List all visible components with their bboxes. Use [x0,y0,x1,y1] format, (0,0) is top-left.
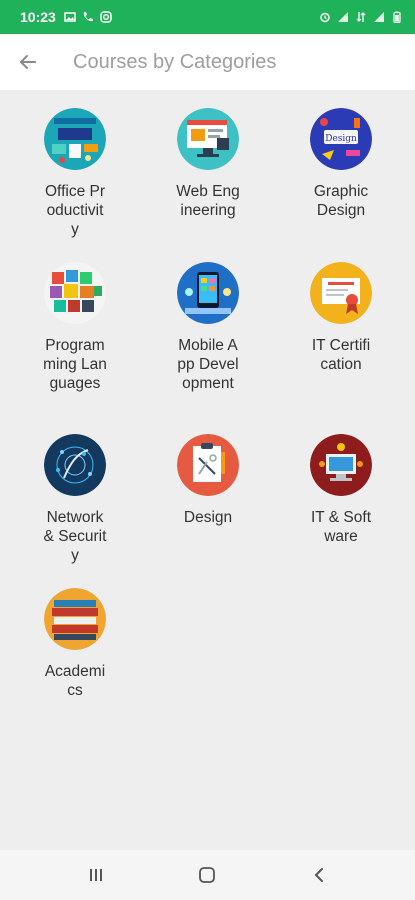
category-label: Programming Languages [43,337,107,392]
network-security-icon [44,434,106,496]
category-web-engineering[interactable]: Web Engineering [158,108,258,220]
category-label: Graphic Design [313,183,369,219]
signal-icon [338,12,348,22]
category-office-productivity[interactable]: Office Productivity [25,108,125,239]
category-mobile-app-development[interactable]: Mobile App Development [158,262,258,393]
category-label: Mobile App Development [177,337,239,392]
page-title: Courses by Categories [73,50,277,73]
programming-languages-icon [44,262,106,324]
svg-text:Design: Design [325,134,357,144]
category-label: IT & Software [310,509,372,545]
data-transfer-icon [356,12,366,22]
office-productivity-icon [44,108,106,170]
graphic-design-icon: Design [310,108,372,170]
instagram-icon [100,11,112,23]
category-label: Network & Security [43,509,107,564]
system-navigation-bar [0,850,415,900]
web-engineering-icon [177,108,239,170]
status-bar: 10:23 [0,0,415,34]
category-label: Academics [44,663,106,699]
status-system-icons [319,11,403,23]
it-software-icon [310,434,372,496]
category-design[interactable]: Design [158,434,258,527]
recent-apps-button[interactable] [76,855,116,895]
mobile-app-development-icon [177,262,239,324]
home-icon [199,867,216,883]
it-certification-icon [310,262,372,324]
gallery-icon [64,12,76,22]
academics-icon [44,588,106,650]
category-academics[interactable]: Academics [25,588,125,700]
category-it-certification[interactable]: IT Certification [291,262,391,374]
status-notification-icons [64,11,112,23]
app-bar: Courses by Categories [0,34,415,90]
signal-icon-2 [374,12,384,22]
back-button[interactable] [0,34,56,90]
category-grid: Office Productivity Web Engineering Desi… [0,90,415,850]
category-label: Design [183,509,233,526]
category-label: Office Productivity [44,183,105,238]
chevron-left-icon [314,868,324,882]
category-programming-languages[interactable]: Programming Languages [25,262,125,393]
status-time: 10:23 [20,9,56,25]
call-icon [83,12,93,22]
category-label: Web Engineering [176,183,240,219]
home-button[interactable] [187,855,227,895]
category-label: IT Certification [311,337,371,373]
recent-apps-icon [89,869,102,881]
arrow-left-icon [20,55,36,69]
category-graphic-design[interactable]: Design Graphic Design [291,108,391,220]
back-nav-button[interactable] [299,855,339,895]
category-it-software[interactable]: IT & Software [291,434,391,546]
design-icon [177,434,239,496]
battery-icon [393,11,401,23]
alarm-icon [320,12,330,23]
category-network-security[interactable]: Network & Security [25,434,125,565]
